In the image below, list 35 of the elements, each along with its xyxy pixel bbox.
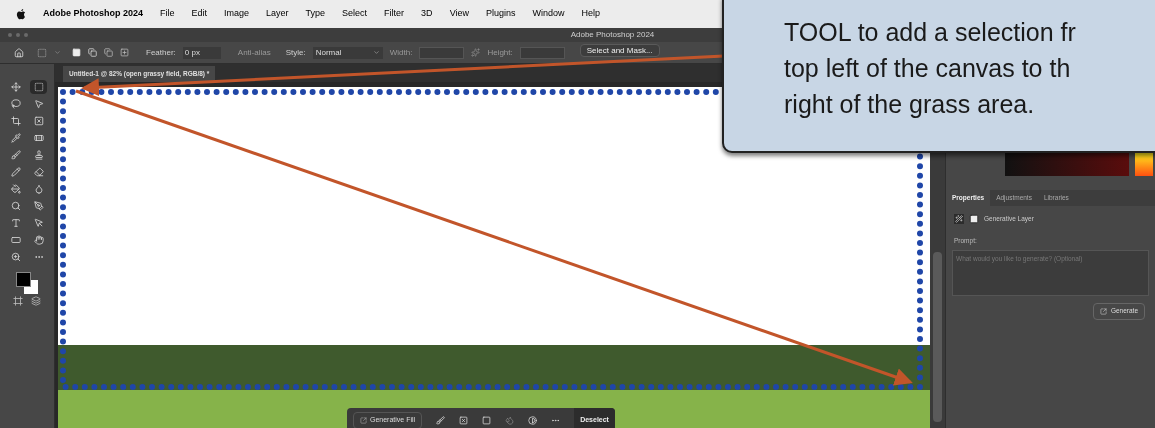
menu-item[interactable]: Filter (384, 7, 405, 21)
width-label: Width: (389, 46, 413, 59)
menu-item[interactable]: Image (224, 7, 250, 21)
brush-icon[interactable] (436, 415, 446, 425)
style-label: Style: (285, 46, 306, 59)
menu-item[interactable]: File (160, 7, 175, 21)
feather-label: Feather: (146, 46, 176, 59)
menu-item[interactable]: Plugins (486, 7, 516, 21)
menu-item[interactable]: Select (342, 7, 368, 21)
menu-item[interactable]: Help (581, 7, 601, 21)
select-and-mask-button[interactable]: Select and Mask... (579, 44, 660, 57)
contrast-icon[interactable] (528, 415, 538, 425)
callout-text: top left of the canvas to th (784, 53, 1072, 84)
color-swatches-icon[interactable] (16, 272, 38, 294)
menu-item[interactable]: View (449, 7, 469, 21)
menu-item[interactable]: Type (305, 7, 326, 21)
menu-item[interactable]: Window (532, 7, 565, 21)
height-field[interactable] (519, 46, 565, 59)
app-menu[interactable]: Adobe Photoshop 2024 (43, 7, 143, 21)
apple-logo-icon[interactable] (16, 8, 26, 20)
home-icon[interactable] (14, 47, 24, 58)
menu-item[interactable]: 3D (421, 7, 433, 21)
feather-field[interactable]: 0 px (182, 46, 221, 59)
menu-item[interactable]: Layer (266, 7, 289, 21)
callout-text: TOOL to add a selection fr (784, 17, 1077, 48)
square-icon[interactable] (482, 415, 492, 425)
marquee-icon[interactable] (30, 80, 47, 94)
window-title: Adobe Photoshop 2024 (570, 29, 655, 41)
width-field[interactable] (419, 46, 465, 59)
style-dropdown[interactable]: Normal (312, 46, 383, 59)
callout-text: right of the grass area. (784, 89, 1036, 120)
height-label: Height: (487, 46, 513, 59)
marquee-icon[interactable] (37, 47, 47, 58)
caret-icon (372, 49, 380, 56)
menu-item[interactable]: Edit (191, 7, 208, 21)
